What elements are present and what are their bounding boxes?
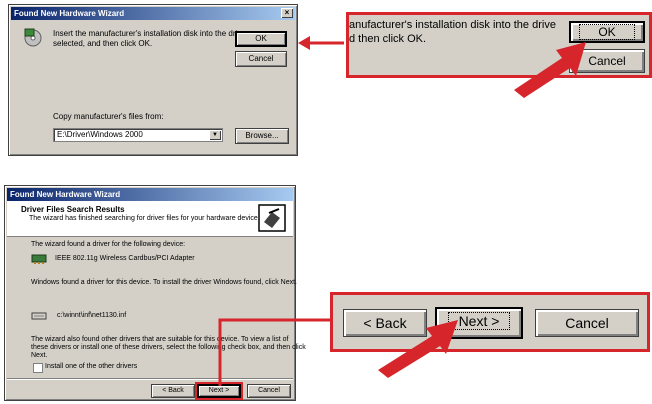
browse-button[interactable]: Browse... (235, 128, 289, 144)
insert-disk-dialog: Found New Hardware Wizard × Insert the m… (8, 4, 298, 156)
header-subtitle: The wizard has finished searching for dr… (29, 215, 260, 222)
wizard-header: Driver Files Search Results The wizard h… (7, 201, 293, 237)
click-arrow-icon (378, 320, 458, 378)
copy-files-label-text: Copy manufacturer's files from: (53, 112, 164, 121)
windows-found-text: Windows found a driver for this device. … (31, 279, 297, 286)
insert-disk-message-line1: Insert the manufacturer's installation d… (53, 29, 246, 38)
also-found-text-line3: Next. (31, 352, 48, 359)
dropdown-arrow-icon[interactable]: ▼ (209, 130, 221, 140)
callout-ok-label: OK (579, 24, 635, 40)
ok-zoom-callout: anufacturer's installation disk into the… (346, 12, 652, 78)
callout-cancel-button[interactable]: Cancel (535, 309, 639, 337)
network-adapter-icon (31, 254, 47, 264)
back-button[interactable]: < Back (151, 384, 195, 398)
callout-message-line2: d then click OK. (349, 33, 427, 45)
cancel-button[interactable]: Cancel (235, 51, 287, 67)
device-name: IEEE 802.11g Wireless Cardbus/PCI Adapte… (55, 255, 195, 262)
copy-files-label: Copy manufacturer's files from: (53, 112, 163, 121)
driver-path: c:\winnt\inf\net1130.inf (57, 312, 127, 319)
header-title: Driver Files Search Results (21, 205, 125, 214)
dialog-title-bar: Found New Hardware Wizard (7, 188, 293, 201)
install-other-drivers-label: Install one of the other drivers (45, 363, 138, 370)
ok-button[interactable]: OK (235, 31, 287, 47)
connector-line (218, 318, 330, 386)
found-driver-text: The wizard found a driver for the follow… (31, 241, 186, 248)
insert-disk-message-line2: selected, and then click OK. (53, 39, 153, 48)
close-button[interactable]: × (281, 8, 293, 18)
disk-icon (24, 28, 42, 47)
callout-message-line1: anufacturer's installation disk into the… (349, 19, 556, 31)
driver-file-icon (31, 312, 47, 320)
dialog-title-bar: Found New Hardware Wizard × (11, 7, 295, 20)
copy-from-value: E:\Driver\Windows 2000 (57, 130, 143, 139)
dialog-title: Found New Hardware Wizard (14, 9, 125, 18)
copy-from-combobox[interactable]: E:\Driver\Windows 2000 ▼ (53, 128, 223, 142)
click-arrow-icon (514, 42, 586, 98)
dialog-title: Found New Hardware Wizard (10, 190, 121, 199)
install-other-drivers-checkbox[interactable] (33, 363, 43, 373)
hardware-wizard-icon (258, 204, 286, 232)
pointer-arrow-left (298, 36, 344, 50)
